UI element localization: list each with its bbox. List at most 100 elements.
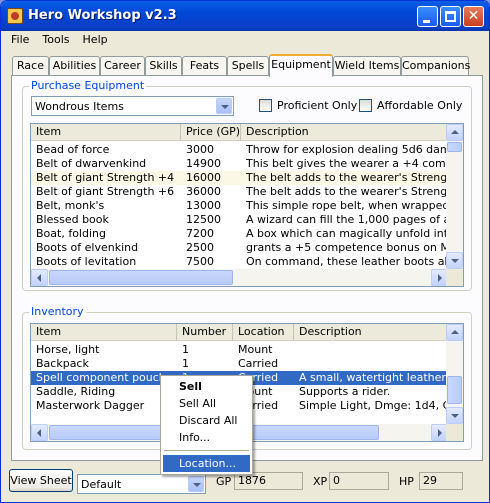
menu-file[interactable]: File — [4, 32, 35, 46]
menu-item-discard-all[interactable]: Discard All — [163, 412, 250, 429]
sheet-select[interactable]: Default — [77, 474, 206, 494]
scroll-up-icon[interactable] — [446, 324, 463, 341]
scroll-thumb[interactable] — [447, 142, 462, 152]
xp-label: XP — [313, 475, 328, 488]
hp-label: HP — [399, 475, 414, 488]
scroll-down-icon[interactable] — [446, 407, 463, 424]
column-location[interactable]: Location — [233, 324, 294, 341]
tab-spells[interactable]: Spells — [227, 56, 269, 76]
row-number: 1 — [182, 343, 189, 356]
menu-bar: File Tools Help — [4, 32, 114, 50]
scroll-down-icon[interactable] — [446, 252, 463, 269]
purchase-row-selected[interactable]: Belt of giant Strength +4 16000 The belt… — [31, 171, 463, 185]
row-description: grants a +5 competence bonus on Move — [246, 241, 448, 254]
row-item: Boat, folding — [36, 227, 106, 240]
scroll-up-icon[interactable] — [446, 124, 463, 141]
row-item: Belt of giant Strength +4 — [36, 171, 175, 184]
row-description — [294, 343, 448, 357]
menu-item-info[interactable]: Info... — [163, 429, 250, 446]
menu-item-sell[interactable]: Sell — [163, 378, 250, 395]
affordable-only-label: Affordable Only — [377, 99, 463, 112]
tab-wield-items[interactable]: Wield Items — [333, 56, 401, 76]
view-sheet-button[interactable]: View Sheet — [9, 469, 73, 492]
row-price: 7500 — [186, 255, 214, 268]
purchase-row[interactable]: Bead of force 3000 Throw for explosion d… — [31, 143, 463, 157]
tab-abilities[interactable]: Abilities — [49, 56, 100, 76]
row-item: Belt of giant Strength +6 — [36, 185, 175, 198]
category-select[interactable]: Wondrous Items — [31, 96, 234, 116]
close-button[interactable]: ✕ — [463, 6, 484, 27]
tab-race[interactable]: Race — [12, 56, 49, 76]
row-item: Boots of elvenkind — [36, 241, 139, 254]
proficient-only-checkbox[interactable]: Proficient Only — [259, 98, 369, 114]
purchase-horizontal-scrollbar[interactable] — [31, 269, 448, 286]
row-description: The belt adds to the wearer's Strength s — [246, 185, 448, 198]
scroll-corner — [446, 269, 463, 286]
tab-companions[interactable]: Companions — [401, 56, 470, 76]
menu-help[interactable]: Help — [76, 32, 114, 46]
close-icon: ✕ — [467, 8, 480, 24]
scroll-corner — [446, 424, 463, 441]
purchase-list[interactable]: Item Price (GP) Description Bead of forc… — [30, 123, 464, 287]
purchase-row[interactable]: Belt, monk's 13000 This simple rope belt… — [31, 199, 463, 213]
scroll-thumb[interactable] — [447, 376, 462, 404]
hp-value: 29 — [419, 472, 463, 490]
purchase-vertical-scrollbar[interactable] — [446, 124, 463, 269]
checkbox-box[interactable] — [259, 99, 272, 112]
window-title: Hero Workshop v2.3 — [28, 8, 177, 23]
xp-value: 0 — [329, 472, 389, 490]
tab-feats[interactable]: Feats — [182, 56, 227, 76]
purchase-row[interactable]: Blessed book 12500 A wizard can fill the… — [31, 213, 463, 227]
row-location: Carried — [238, 357, 279, 370]
inventory-label: Inventory — [29, 305, 86, 318]
scroll-left-icon[interactable] — [31, 269, 48, 286]
purchase-row[interactable]: Belt of giant Strength +6 36000 The belt… — [31, 185, 463, 199]
column-item[interactable]: Item — [31, 324, 177, 341]
affordable-only-checkbox[interactable]: Affordable Only — [359, 98, 469, 114]
chevron-down-icon[interactable] — [188, 476, 204, 492]
checkbox-box[interactable] — [359, 99, 372, 112]
purchase-row[interactable]: Boots of levitation 7500 On command, the… — [31, 255, 463, 269]
row-price: 3000 — [186, 143, 214, 156]
column-item[interactable]: Item — [31, 124, 181, 141]
scroll-thumb[interactable] — [49, 270, 233, 285]
row-item: Spell component pouch — [36, 371, 166, 384]
purchase-row[interactable]: Boat, folding 7200 A box which can magic… — [31, 227, 463, 241]
row-description: This simple rope belt, when wrapped aro — [246, 199, 448, 212]
row-item: Belt of dwarvenkind — [36, 157, 147, 170]
proficient-only-label: Proficient Only — [277, 99, 358, 112]
menu-tools[interactable]: Tools — [35, 32, 75, 46]
row-description: The belt adds to the wearer's Strength s — [246, 171, 448, 184]
app-icon[interactable] — [7, 8, 23, 24]
tab-equipment[interactable]: Equipment — [269, 54, 333, 77]
row-item: Saddle, Riding — [36, 385, 116, 398]
menu-item-sell-all[interactable]: Sell All — [163, 395, 250, 412]
title-bar[interactable]: Hero Workshop v2.3 ✕ — [1, 1, 489, 31]
tab-skills[interactable]: Skills — [145, 56, 182, 76]
row-price: 16000 — [186, 171, 221, 184]
inventory-vertical-scrollbar[interactable] — [446, 324, 463, 424]
inventory-context-menu: Sell Sell All Discard All Info... Locati… — [160, 375, 253, 475]
row-number: 1 — [182, 357, 189, 370]
maximize-button[interactable] — [440, 6, 461, 27]
minimize-button[interactable] — [417, 6, 438, 27]
minimize-icon — [423, 20, 430, 23]
purchase-equipment-label: Purchase Equipment — [29, 79, 147, 92]
column-description[interactable]: Description — [241, 124, 448, 141]
purchase-row[interactable]: Boots of elvenkind 2500 grants a +5 comp… — [31, 241, 463, 255]
column-description[interactable]: Description — [294, 324, 448, 341]
row-location: Mount — [238, 343, 273, 356]
scroll-left-icon[interactable] — [31, 424, 48, 441]
column-price[interactable]: Price (GP) — [181, 124, 241, 141]
inventory-row[interactable]: Backpack 1 Carried — [31, 357, 463, 371]
tab-career[interactable]: Career — [100, 56, 145, 76]
inventory-row[interactable]: Horse, light 1 Mount — [31, 343, 463, 357]
purchase-row[interactable]: Belt of dwarvenkind 14900 This belt give… — [31, 157, 463, 171]
category-value: Wondrous Items — [35, 100, 124, 113]
row-price: 13000 — [186, 199, 221, 212]
row-item: Belt, monk's — [36, 199, 105, 212]
chevron-down-icon[interactable] — [216, 98, 232, 114]
row-item: Masterwork Dagger — [36, 399, 145, 412]
column-number[interactable]: Number — [177, 324, 233, 341]
menu-item-location[interactable]: Location... — [163, 455, 250, 472]
